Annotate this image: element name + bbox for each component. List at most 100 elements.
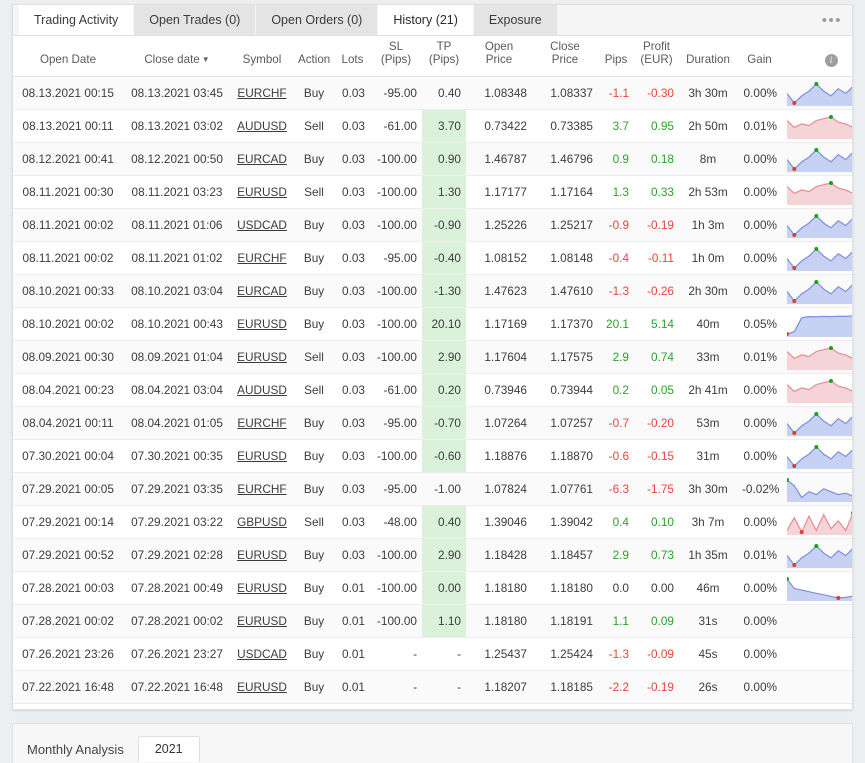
cell-sparkline[interactable] <box>782 142 852 176</box>
column-header-close-price[interactable]: Close Price <box>532 36 598 77</box>
trade-sparkline-chart[interactable] <box>787 443 852 469</box>
cell-sparkline[interactable] <box>782 571 852 605</box>
cell-sparkline[interactable] <box>782 406 852 440</box>
cell-symbol[interactable]: USDCAD <box>231 637 293 671</box>
symbol-label[interactable]: EURUSD <box>237 449 287 463</box>
cell-symbol[interactable]: EURUSD <box>231 538 293 572</box>
column-header-tp-pips[interactable]: TP (Pips) <box>422 36 466 77</box>
trade-sparkline-chart[interactable] <box>787 146 852 172</box>
table-row[interactable]: 08.09.2021 00:30 08.09.2021 01:04 EURUSD Se… <box>13 340 852 374</box>
symbol-label[interactable]: EURUSD <box>237 680 287 694</box>
symbol-label[interactable]: EURUSD <box>237 581 287 595</box>
symbol-label[interactable]: EURUSD <box>237 350 287 364</box>
symbol-label[interactable]: EURUSD <box>237 548 287 562</box>
column-header-open-price[interactable]: Open Price <box>466 36 532 77</box>
symbol-label[interactable]: AUDUSD <box>237 383 287 397</box>
symbol-label[interactable]: EURCHF <box>237 416 286 430</box>
cell-sparkline[interactable] <box>782 604 852 638</box>
column-header-action[interactable]: Action <box>293 36 335 77</box>
cell-sparkline[interactable] <box>782 472 852 506</box>
trade-sparkline-chart[interactable] <box>787 245 852 271</box>
symbol-label[interactable]: EURCAD <box>237 152 287 166</box>
table-row[interactable]: 08.04.2021 00:11 08.04.2021 01:05 EURCHF Bu… <box>13 406 852 440</box>
symbol-label[interactable]: EURCAD <box>237 284 287 298</box>
table-row[interactable]: 07.22.2021 16:48 07.22.2021 16:48 EURUSD Bu… <box>13 670 852 704</box>
trade-sparkline-chart[interactable] <box>787 344 852 370</box>
trade-sparkline-chart[interactable] <box>787 542 852 568</box>
table-row[interactable]: 08.11.2021 00:30 08.11.2021 03:23 EURUSD Se… <box>13 175 852 209</box>
trade-sparkline-chart[interactable] <box>787 80 852 106</box>
table-row[interactable]: 08.13.2021 00:11 08.13.2021 03:02 AUDUSD Se… <box>13 109 852 143</box>
table-row[interactable]: 07.30.2021 00:04 07.30.2021 00:35 EURUSD Bu… <box>13 439 852 473</box>
cell-symbol[interactable]: EURCHF <box>231 406 293 440</box>
trade-sparkline-chart[interactable] <box>787 476 852 502</box>
info-icon[interactable]: i <box>824 53 838 67</box>
cell-sparkline[interactable] <box>782 637 852 671</box>
column-header-lots[interactable]: Lots <box>335 36 370 77</box>
trade-sparkline-chart[interactable] <box>787 410 852 436</box>
tab-trading-activity[interactable]: Trading Activity <box>19 5 135 35</box>
trade-sparkline-chart[interactable] <box>787 179 852 205</box>
cell-sparkline[interactable] <box>782 505 852 539</box>
cell-symbol[interactable]: EURUSD <box>231 670 293 704</box>
trade-sparkline-chart[interactable] <box>787 377 852 403</box>
cell-symbol[interactable]: EURCHF <box>231 76 293 110</box>
cell-symbol[interactable]: EURUSD <box>231 439 293 473</box>
cell-symbol[interactable]: EURCHF <box>231 472 293 506</box>
cell-sparkline[interactable] <box>782 307 852 341</box>
symbol-label[interactable]: EURUSD <box>237 185 287 199</box>
cell-sparkline[interactable] <box>782 439 852 473</box>
tab-exposure[interactable]: Exposure <box>473 5 558 35</box>
symbol-label[interactable]: USDCAD <box>237 218 287 232</box>
trade-sparkline-chart[interactable] <box>787 509 852 535</box>
trade-sparkline-chart[interactable] <box>787 113 852 139</box>
table-row[interactable]: 08.11.2021 00:02 08.11.2021 01:02 EURCHF Bu… <box>13 241 852 275</box>
column-header-pips[interactable]: Pips <box>598 36 634 77</box>
table-row[interactable]: 07.28.2021 00:03 07.28.2021 00:49 EURUSD Bu… <box>13 571 852 605</box>
symbol-label[interactable]: USDCAD <box>237 647 287 661</box>
symbol-label[interactable]: EURCHF <box>237 251 286 265</box>
cell-sparkline[interactable] <box>782 670 852 704</box>
cell-symbol[interactable]: EURCAD <box>231 274 293 308</box>
table-row[interactable]: 08.10.2021 00:02 08.10.2021 00:43 EURUSD Bu… <box>13 307 852 341</box>
table-row[interactable]: 07.29.2021 00:05 07.29.2021 03:35 EURCHF Bu… <box>13 472 852 506</box>
trade-sparkline-chart[interactable] <box>787 212 852 238</box>
symbol-label[interactable]: EURUSD <box>237 614 287 628</box>
cell-sparkline[interactable] <box>782 274 852 308</box>
cell-symbol[interactable]: GBPUSD <box>231 505 293 539</box>
cell-sparkline[interactable] <box>782 373 852 407</box>
cell-sparkline[interactable] <box>782 340 852 374</box>
table-row[interactable]: 07.26.2021 23:26 07.26.2021 23:27 USDCAD Bu… <box>13 637 852 671</box>
column-header-sl-pips[interactable]: SL (Pips) <box>370 36 422 77</box>
trade-sparkline-chart[interactable] <box>787 278 852 304</box>
trade-sparkline-chart[interactable] <box>787 311 852 337</box>
cell-sparkline[interactable] <box>782 109 852 143</box>
cell-symbol[interactable]: EURUSD <box>231 571 293 605</box>
cell-sparkline[interactable] <box>782 208 852 242</box>
panel-more-options-icon[interactable]: ••• <box>822 5 842 35</box>
cell-symbol[interactable]: EURUSD <box>231 307 293 341</box>
table-row[interactable]: 08.10.2021 00:33 08.10.2021 03:04 EURCAD Bu… <box>13 274 852 308</box>
tab-history-21[interactable]: History (21) <box>378 5 474 35</box>
cell-sparkline[interactable] <box>782 538 852 572</box>
cell-symbol[interactable]: EURCAD <box>231 142 293 176</box>
cell-symbol[interactable]: AUDUSD <box>231 109 293 143</box>
column-header-profit-eur[interactable]: Profit (EUR) <box>634 36 679 77</box>
tab-open-trades-0[interactable]: Open Trades (0) <box>134 5 257 35</box>
symbol-label[interactable]: EURCHF <box>237 482 286 496</box>
cell-symbol[interactable]: AUDUSD <box>231 373 293 407</box>
table-row[interactable]: 08.12.2021 00:41 08.12.2021 00:50 EURCAD Bu… <box>13 142 852 176</box>
column-header-symbol[interactable]: Symbol <box>231 36 293 77</box>
symbol-label[interactable]: AUDUSD <box>237 119 287 133</box>
column-header-open-date[interactable]: Open Date <box>13 36 123 77</box>
column-header-gain[interactable]: Gain <box>737 36 782 77</box>
cell-sparkline[interactable] <box>782 703 852 709</box>
year-tab-2021[interactable]: 2021 <box>137 736 200 762</box>
table-row[interactable]: 08.13.2021 00:15 08.13.2021 03:45 EURCHF Bu… <box>13 76 852 110</box>
cell-sparkline[interactable] <box>782 175 852 209</box>
cell-symbol[interactable]: EURUSD <box>231 340 293 374</box>
cell-symbol[interactable]: EURUSD <box>231 175 293 209</box>
column-header-duration[interactable]: Duration <box>679 36 737 77</box>
table-row[interactable]: 08.04.2021 00:23 08.04.2021 03:04 AUDUSD Se… <box>13 373 852 407</box>
symbol-label[interactable]: EURUSD <box>237 317 287 331</box>
